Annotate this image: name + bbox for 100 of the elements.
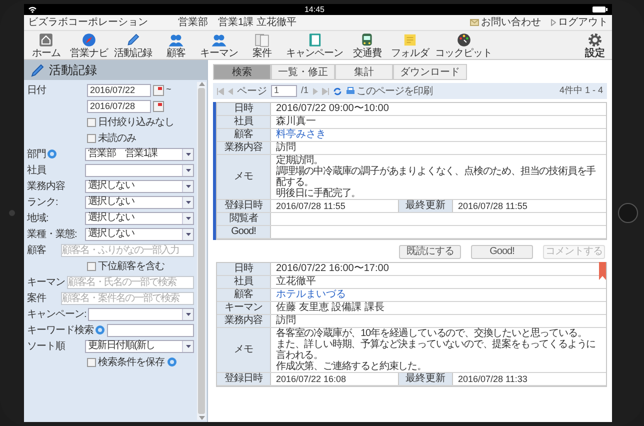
date-field[interactable]: 2016/07/22 <box>87 84 151 96</box>
table-cell-text: 2016/07/22 16:00〜17:00 <box>275 263 390 275</box>
toolbar-button[interactable]: 顧客 <box>156 31 196 59</box>
company-name: ビズラボコーポレーション <box>28 16 149 30</box>
memo-line: 明後日に手配完了。 <box>276 188 362 199</box>
checkbox[interactable] <box>87 134 96 142</box>
print-link[interactable]: このページを印刷 <box>346 84 433 98</box>
select-field[interactable]: 営業部 営業1課 <box>85 148 194 160</box>
select-field[interactable]: 選択しない <box>85 212 194 224</box>
sidebar-title: 活動記録 <box>49 62 97 79</box>
customer-link[interactable]: 料亭みさき <box>276 129 326 141</box>
select-field[interactable]: 選択しない <box>85 228 194 240</box>
field-label: 業務内容 <box>27 180 65 194</box>
field-label: 登録日時 <box>217 373 271 385</box>
page-input[interactable]: 1 <box>271 85 297 97</box>
text-field[interactable] <box>107 324 194 336</box>
caret-icon <box>186 216 190 220</box>
next-page-icon[interactable] <box>312 88 318 94</box>
tilde-text: ~ <box>166 83 172 96</box>
select-field[interactable] <box>88 308 194 320</box>
table-cell-text: 2016/07/22 09:00〜10:00 <box>275 103 390 115</box>
user-name: 営業部 営業1課 立花徹平 <box>178 16 298 30</box>
home-button[interactable] <box>618 203 638 223</box>
caret-icon <box>186 152 190 156</box>
table-cell-text: 訪問 <box>275 142 297 154</box>
caret-icon <box>186 232 190 236</box>
bus-icon <box>359 32 375 48</box>
toolbar-button[interactable]: 活動記録 <box>112 31 154 59</box>
select-field[interactable]: 更新日付順(新し <box>85 340 194 352</box>
select-field[interactable] <box>85 164 194 176</box>
field-label: 地域: <box>27 212 48 226</box>
caret-icon <box>186 312 190 316</box>
field-label: 顧客 <box>217 289 271 301</box>
table-cell-text: 訪問 <box>275 315 297 327</box>
memo-line: 作成次第、ご連絡すると約束した。 <box>276 361 428 372</box>
checkbox[interactable] <box>87 262 96 270</box>
note-icon <box>402 32 418 48</box>
memo-line: また、詳しい時期、予算など決まっていないので、提案をもってくるように言われる。 <box>276 339 597 361</box>
tab[interactable]: 一覧・修正 <box>271 64 335 80</box>
toolbar-button[interactable]: 営業ナビ <box>68 31 110 59</box>
action-button[interactable]: 既読にする <box>399 245 461 259</box>
table-cell-text: 立花徹平 <box>275 276 317 288</box>
field-label: 社員 <box>217 276 271 288</box>
first-page-icon[interactable] <box>217 88 224 94</box>
scrollbar-thumb[interactable] <box>198 88 205 414</box>
refresh-icon[interactable] <box>332 86 342 96</box>
logout-link[interactable]: ログアウト <box>551 15 608 30</box>
customer-link[interactable]: ホテルまいづる <box>276 289 346 301</box>
field-label: 社員 <box>27 164 46 178</box>
checkbox-label: 下位顧客を含む <box>98 260 164 274</box>
scrollbar[interactable] <box>197 82 206 420</box>
toolbar-button[interactable]: キーマン <box>198 31 240 59</box>
table-cell-text: 森川真一 <box>275 116 317 128</box>
toolbar-button[interactable]: 交通費 <box>347 31 387 59</box>
calendar-icon[interactable] <box>153 100 164 112</box>
caret-icon <box>186 184 190 188</box>
action-button[interactable]: Good! <box>471 245 533 259</box>
field-label: メモ <box>217 155 271 199</box>
field-label: ランク: <box>27 196 58 210</box>
field-label: 顧客 <box>217 129 271 141</box>
field-label: 日時 <box>217 103 271 115</box>
settings-icon <box>587 32 603 48</box>
toolbar-button[interactable]: フォルダ <box>389 31 431 59</box>
contact-link[interactable]: お問い合わせ <box>470 15 541 30</box>
field-label: ソート順 <box>27 340 65 354</box>
checkbox-label: 未読のみ <box>98 132 136 146</box>
field-label: キャンペーン: <box>27 308 86 322</box>
field-label: 業務内容 <box>217 315 271 327</box>
memo-line: 調理場の中冷蔵庫の調子があまりよくなく、点検のため、担当の技術員を手配する。 <box>276 166 597 188</box>
checkbox[interactable] <box>87 358 96 366</box>
record-card[interactable] <box>213 262 607 387</box>
toolbar-button[interactable]: コックピット <box>433 31 494 59</box>
settings-button[interactable]: 設定 <box>580 31 610 59</box>
tab[interactable]: ダウンロード <box>393 64 467 80</box>
field-label: キーマン <box>217 302 271 314</box>
field-label: 日時 <box>217 263 271 275</box>
select-field[interactable]: 選択しない <box>85 196 194 208</box>
notebook-icon <box>306 32 322 48</box>
field-label: 閲覧者 <box>217 213 271 225</box>
date-field[interactable]: 2016/07/28 <box>87 100 151 112</box>
house-icon <box>38 32 54 48</box>
page-label: ページ <box>237 84 267 98</box>
calendar-icon[interactable] <box>153 84 164 96</box>
tab[interactable]: 検索 <box>213 64 271 80</box>
toolbar-button[interactable]: ホーム <box>26 31 66 59</box>
field-label: キーワード検索 <box>27 324 94 338</box>
field-label: 顧客 <box>27 244 46 258</box>
envelope-icon <box>470 19 479 26</box>
down-arrow-icon <box>198 416 204 420</box>
previous-page-icon[interactable] <box>228 88 233 94</box>
select-field[interactable]: 選択しない <box>85 180 194 192</box>
field-label: 日付 <box>27 84 46 98</box>
memo-line: 定期訪問。 <box>276 155 324 166</box>
tab[interactable]: 集計 <box>335 64 393 80</box>
field-label: メモ <box>217 328 271 372</box>
toolbar-button[interactable]: キャンペーン <box>284 31 345 59</box>
checkbox[interactable] <box>87 118 96 126</box>
last-page-icon[interactable] <box>322 88 329 94</box>
toolbar-button[interactable]: 案件 <box>242 31 282 59</box>
record-card[interactable]: 日時 2016/07/22 09:00〜10:00 社員 森川真一 顧客 料亭みさき 業務内容 訪問 メモ 定期訪問。 調理場の中冷蔵庫の調子があまりよくなく、点検のため、担当の技術員を手配する。 明後日に手配完了。 登録日時 2016/07/28 11:55 最終更新 2016/07/28 11:55 閲覧者 Good! <box>213 102 607 240</box>
